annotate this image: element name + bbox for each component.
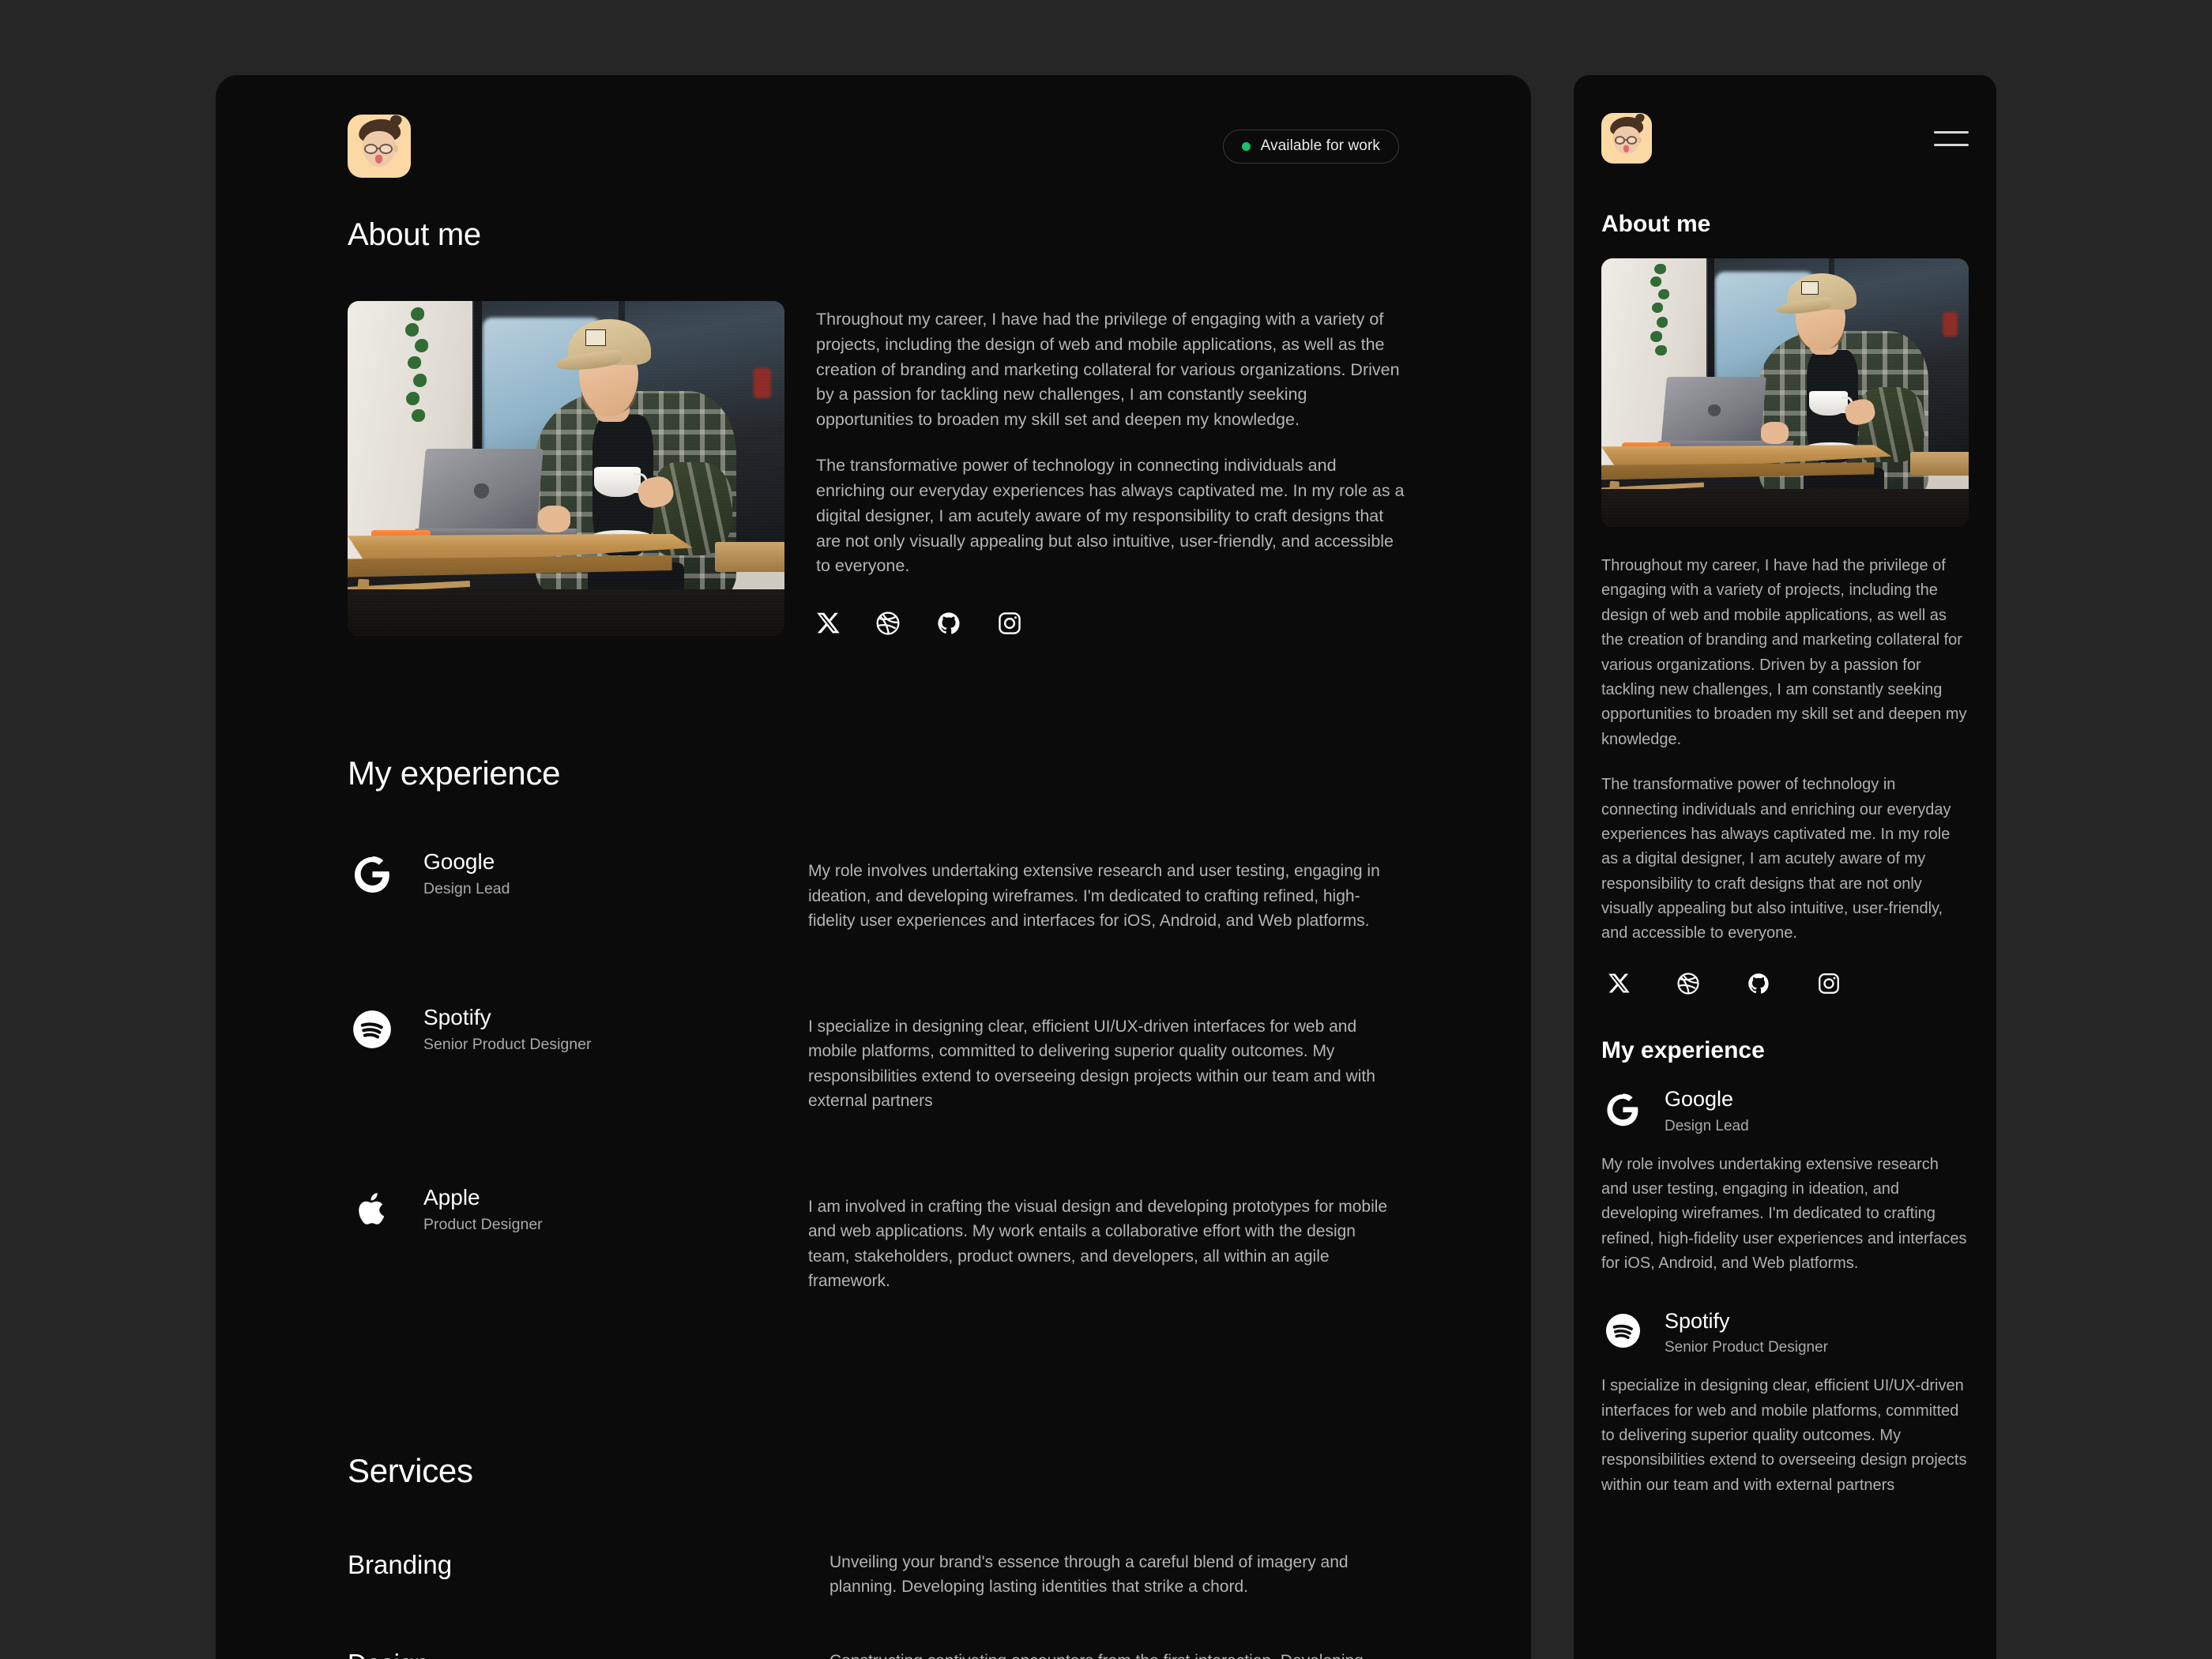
about-photo [348,301,784,636]
experience-section: My experience Google Design Lead My role [348,754,1531,1294]
experience-description: My role involves undertaking extensive r… [1601,1155,1967,1273]
experience-heading: My experience [348,754,561,792]
github-icon[interactable] [1747,972,1770,999]
experience-company: Google [423,849,495,875]
instagram-icon[interactable] [997,611,1022,636]
experience-row: Spotify Senior Product Designer I specia… [348,1005,1531,1114]
about-paragraph: Throughout my career, I have had the pri… [1601,557,1967,748]
experience-row: Spotify Senior Product Designer [1601,1308,1969,1357]
experience-description: I specialize in designing clear, efficie… [1601,1377,1967,1494]
service-description: Constructing captivating encounters from… [830,1649,1406,1659]
memoji-avatar[interactable] [1601,113,1652,164]
experience-role: Senior Product Designer [1665,1339,1828,1356]
about-heading: About me [1601,211,1711,237]
experience-description: I am involved in crafting the visual des… [808,1197,1388,1291]
hamburger-menu-icon[interactable] [1934,128,1969,149]
experience-row: Apple Product Designer I am involved in … [348,1185,1531,1294]
experience-company: Google [1665,1086,1734,1111]
services-section: Services Branding Unveiling your brand's… [348,1452,1531,1659]
social-links [816,611,1405,636]
status-dot-icon [1241,141,1251,151]
service-name: Branding [348,1549,453,1579]
memoji-face-icon [348,115,411,178]
experience-role: Design Lead [1665,1117,1749,1134]
services-heading: Services [348,1451,473,1489]
status-badge-label: Available for work [1260,137,1380,154]
x-twitter-icon[interactable] [1608,972,1630,999]
github-icon[interactable] [936,611,961,636]
service-name: Design [348,1649,830,1659]
experience-company: Spotify [1665,1308,1730,1333]
experience-role: Senior Product Designer [423,1035,592,1053]
instagram-icon[interactable] [1817,972,1841,999]
about-text-column: Throughout my career, I have had the pri… [816,301,1405,636]
google-g-icon [1601,1088,1644,1130]
dribbble-icon[interactable] [875,611,901,636]
about-paragraph: The transformative power of technology i… [816,456,1405,576]
social-links [1608,972,1969,999]
spotify-icon [1601,1310,1644,1352]
experience-description: My role involves undertaking extensive r… [808,862,1380,931]
x-twitter-icon[interactable] [816,611,840,636]
mobile-preview-panel: About me Throughout my career, I have ha… [1574,75,1996,1659]
service-row: Design Constructing captivating encounte… [348,1649,1531,1659]
about-row: Throughout my career, I have had the pri… [348,301,1531,636]
memoji-face-icon [1601,113,1652,164]
service-row: Branding Unveiling your brand's essence … [348,1550,1531,1600]
google-g-icon [348,849,397,898]
experience-company: Spotify [423,1004,491,1029]
memoji-avatar[interactable] [348,115,411,178]
status-badge[interactable]: Available for work [1222,129,1399,164]
experience-description: I specialize in designing clear, efficie… [808,1017,1375,1111]
experience-role: Design Lead [423,880,510,898]
dribbble-icon[interactable] [1676,972,1700,999]
desktop-content: About me Throughout my career, I have ha… [348,217,1531,1659]
apple-icon [348,1185,397,1234]
about-paragraph: Throughout my career, I have had the pri… [816,310,1400,430]
experience-heading: My experience [1601,1036,1765,1063]
spotify-icon [348,1005,397,1054]
experience-row: Google Design Lead [1601,1086,1969,1135]
experience-role: Product Designer [423,1215,543,1233]
about-photo [1601,258,1969,527]
experience-row: Google Design Lead My role involves unde… [348,849,1531,934]
service-description: Unveiling your brand's essence through a… [830,1552,1349,1597]
desktop-header: Available for work [216,75,1531,217]
desktop-preview-panel: Available for work About me Throughout m… [216,75,1531,1659]
screenshot-stage: Available for work About me Throughout m… [0,0,2212,1659]
experience-company: Apple [423,1184,480,1209]
mobile-header [1601,107,1969,170]
about-paragraph: The transformative power of technology i… [1601,776,1951,942]
about-heading: About me [348,217,481,252]
